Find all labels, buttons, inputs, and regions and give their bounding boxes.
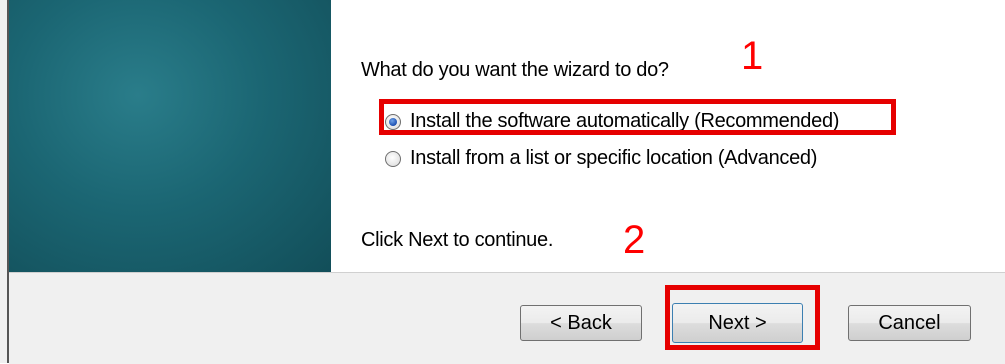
back-button[interactable]: < Back: [520, 305, 642, 341]
annotation-step-1: 1: [741, 34, 764, 78]
highlight-box-next: [665, 285, 820, 350]
annotation-step-2: 2: [623, 218, 646, 262]
wizard-question: What do you want the wizard to do?: [361, 59, 669, 81]
cancel-button[interactable]: Cancel: [848, 305, 971, 341]
option-install-from-list[interactable]: Install from a list or specific location…: [385, 147, 817, 170]
radio-unselected-icon[interactable]: [385, 150, 401, 167]
window-left-border: [0, 0, 9, 363]
wizard-banner-image: [9, 0, 331, 272]
option-label: Install from a list or specific location…: [410, 147, 818, 169]
continue-hint: Click Next to continue.: [361, 229, 554, 251]
highlight-box-option: [379, 99, 896, 135]
